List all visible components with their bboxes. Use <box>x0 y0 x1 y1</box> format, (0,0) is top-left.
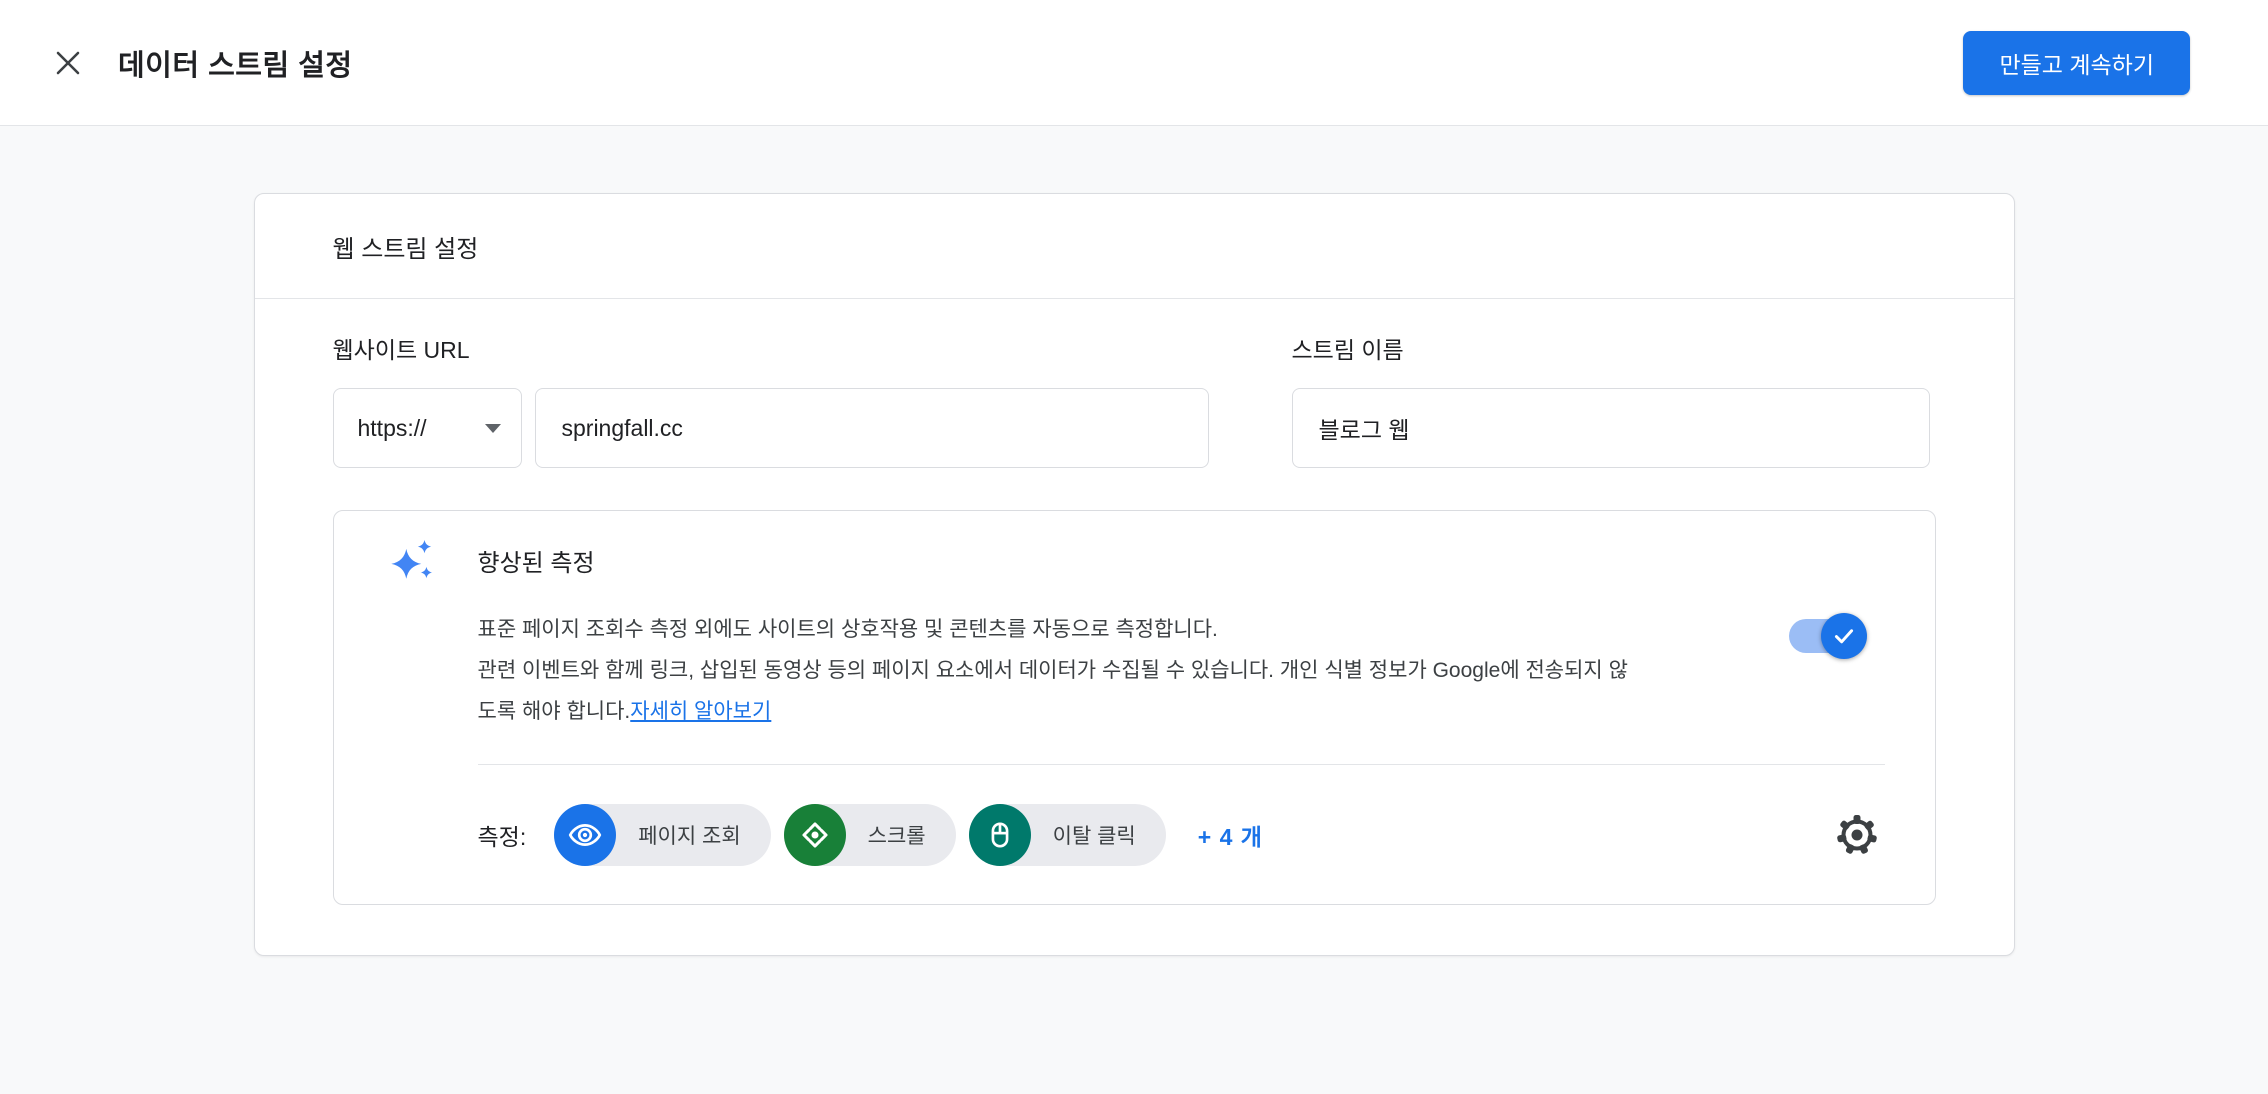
dialog-body: 웹 스트림 설정 웹사이트 URL https:// 스트림 이름 <box>0 126 2268 956</box>
website-url-field-group: 웹사이트 URL https:// <box>333 331 1209 468</box>
divider <box>478 764 1885 765</box>
stream-name-field-group: 스트림 이름 <box>1292 331 1930 468</box>
measurement-row: 측정: 페 <box>478 804 1885 866</box>
protocol-select[interactable]: https:// <box>333 388 522 468</box>
create-and-continue-button[interactable]: 만들고 계속하기 <box>1963 31 2190 95</box>
page-title: 데이터 스트림 설정 <box>118 42 353 84</box>
protocol-selected-value: https:// <box>358 415 427 442</box>
card-title: 웹 스트림 설정 <box>255 194 2014 299</box>
web-stream-card: 웹 스트림 설정 웹사이트 URL https:// 스트림 이름 <box>254 193 2015 956</box>
chip-label: 페이지 조회 <box>638 820 740 850</box>
chip-scroll[interactable]: 스크롤 <box>784 804 956 866</box>
sparkle-icon <box>390 537 436 583</box>
chevron-down-icon <box>485 424 501 433</box>
check-icon <box>1830 622 1858 650</box>
website-url-input[interactable] <box>535 388 1209 468</box>
description-line-3-text: 도록 해야 합니다. <box>478 700 631 723</box>
description-line-3: 도록 해야 합니다.자세히 알아보기 <box>478 691 1778 732</box>
learn-more-link[interactable]: 자세히 알아보기 <box>630 700 771 723</box>
stream-form-row: 웹사이트 URL https:// 스트림 이름 <box>333 331 1936 468</box>
mouse-icon <box>969 804 1031 866</box>
close-icon <box>52 47 84 79</box>
gear-icon <box>1833 811 1881 859</box>
chip-page-view[interactable]: 페이지 조회 <box>554 804 770 866</box>
stream-name-input[interactable] <box>1292 388 1930 468</box>
enhanced-measurement-title: 향상된 측정 <box>478 543 595 578</box>
enhanced-measurement-section: 향상된 측정 표준 페이지 조회수 측정 외에도 사이트의 상호작용 및 콘텐츠… <box>333 510 1936 905</box>
stream-name-label: 스트림 이름 <box>1292 331 1930 365</box>
close-button[interactable] <box>36 31 100 95</box>
enhanced-measurement-toggle[interactable] <box>1789 619 1863 653</box>
dialog-header: 데이터 스트림 설정 만들고 계속하기 <box>0 0 2268 126</box>
enhanced-measurement-description: 표준 페이지 조회수 측정 외에도 사이트의 상호작용 및 콘텐츠를 자동으로 … <box>478 609 1778 732</box>
chip-label: 이탈 클릭 <box>1053 820 1136 850</box>
measure-label: 측정: <box>478 818 527 852</box>
description-line-1: 표준 페이지 조회수 측정 외에도 사이트의 상호작용 및 콘텐츠를 자동으로 … <box>478 609 1778 650</box>
toggle-thumb <box>1821 613 1867 659</box>
chip-label: 스크롤 <box>868 820 926 850</box>
description-line-2: 관련 이벤트와 함께 링크, 삽입된 동영상 등의 페이지 요소에서 데이터가 … <box>478 650 1778 691</box>
website-url-label: 웹사이트 URL <box>333 331 1209 365</box>
measurement-settings-button[interactable] <box>1833 811 1881 859</box>
card-body: 웹사이트 URL https:// 스트림 이름 <box>255 299 2014 955</box>
eye-icon <box>554 804 616 866</box>
chip-outbound-click[interactable]: 이탈 클릭 <box>969 804 1166 866</box>
show-more-link[interactable]: + 4 개 <box>1198 818 1263 852</box>
scroll-icon <box>784 804 846 866</box>
